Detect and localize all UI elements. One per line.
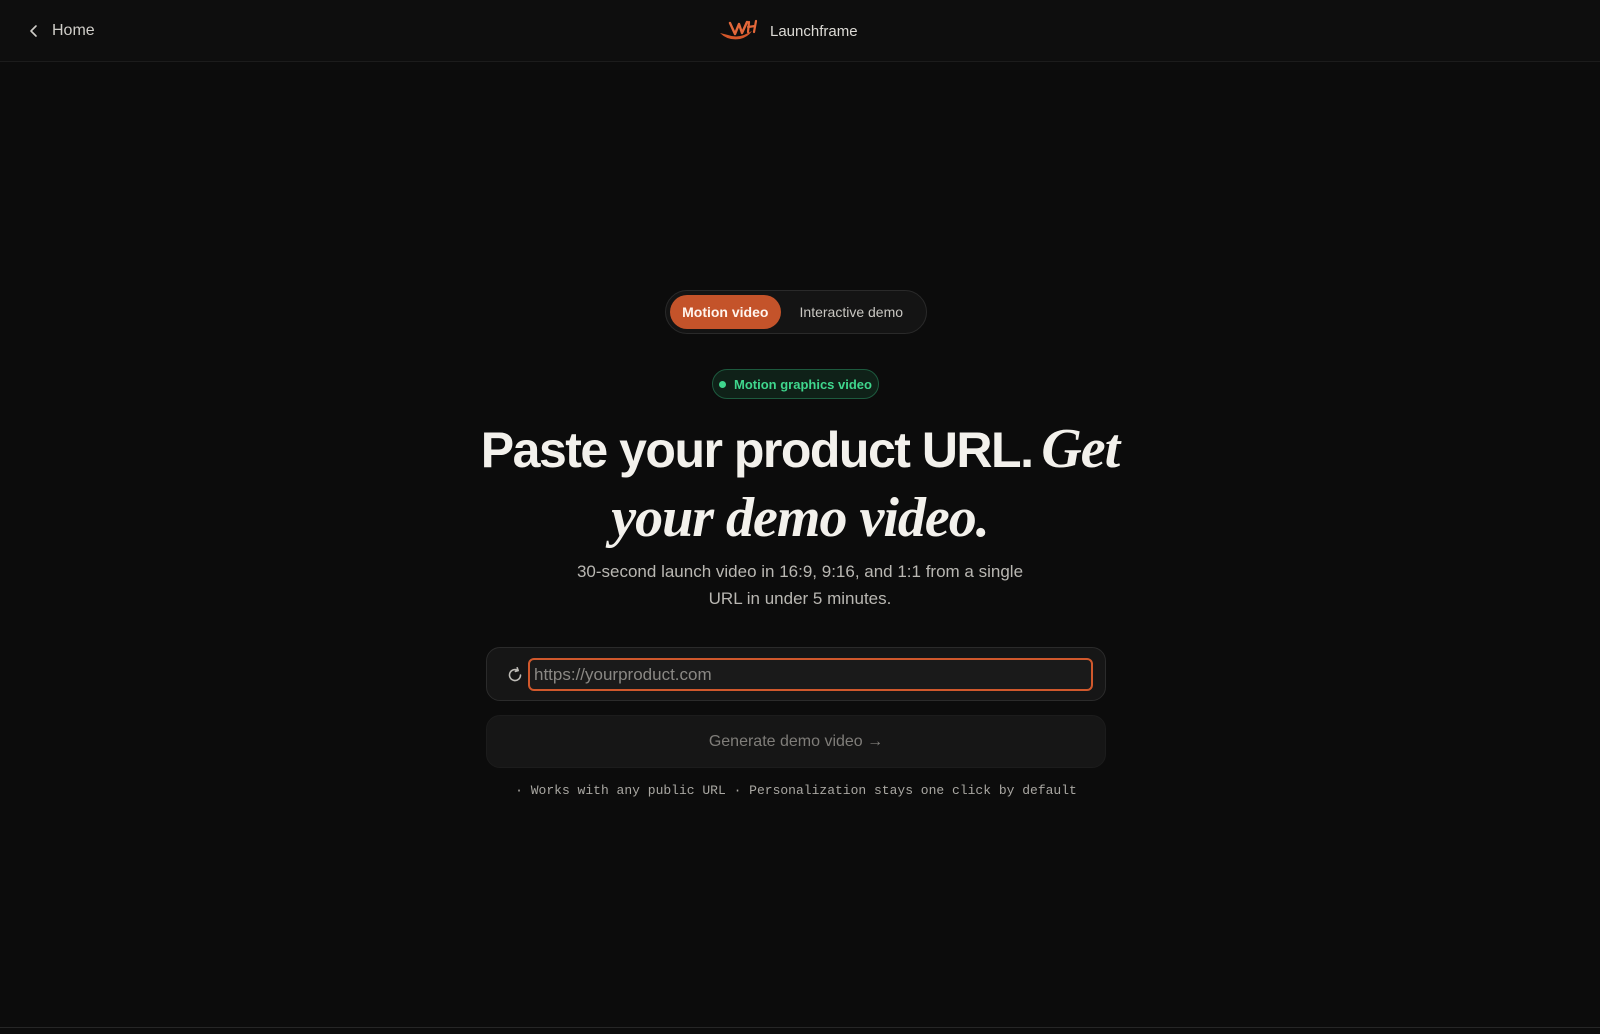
home-label: Home xyxy=(52,22,95,39)
refresh-icon[interactable] xyxy=(505,665,525,685)
url-input[interactable] xyxy=(528,658,1093,691)
url-field-container xyxy=(486,647,1106,701)
chevron-left-icon xyxy=(30,25,37,37)
top-bar: Home Launchframe xyxy=(0,0,1600,62)
mode-toggle: Motion video Interactive demo xyxy=(665,290,927,334)
launchframe-logo-icon xyxy=(720,19,758,40)
home-back-link[interactable]: Home xyxy=(26,18,95,44)
generate-demo-video-button[interactable]: Generate demo video → xyxy=(486,715,1106,768)
page-headline: Paste your product URL. Get your demo vi… xyxy=(440,418,1160,556)
brand: Launchframe xyxy=(718,16,858,46)
footnote: · Works with any public URL · Personaliz… xyxy=(515,783,1077,798)
tab-motion-video[interactable]: Motion video xyxy=(670,295,781,329)
page-subtitle: 30-second launch video in 16:9, 9:16, an… xyxy=(576,562,1024,608)
headline-plain: Paste your product URL. xyxy=(480,422,1034,478)
status-dot-icon xyxy=(719,380,727,388)
bottom-edge-divider xyxy=(0,1027,1600,1034)
tab-interactive-demo[interactable]: Interactive demo xyxy=(781,295,922,329)
mode-badge: Motion graphics video xyxy=(712,369,879,399)
badge-label: Motion graphics video xyxy=(734,376,872,392)
brand-name: Launchframe xyxy=(770,22,858,40)
